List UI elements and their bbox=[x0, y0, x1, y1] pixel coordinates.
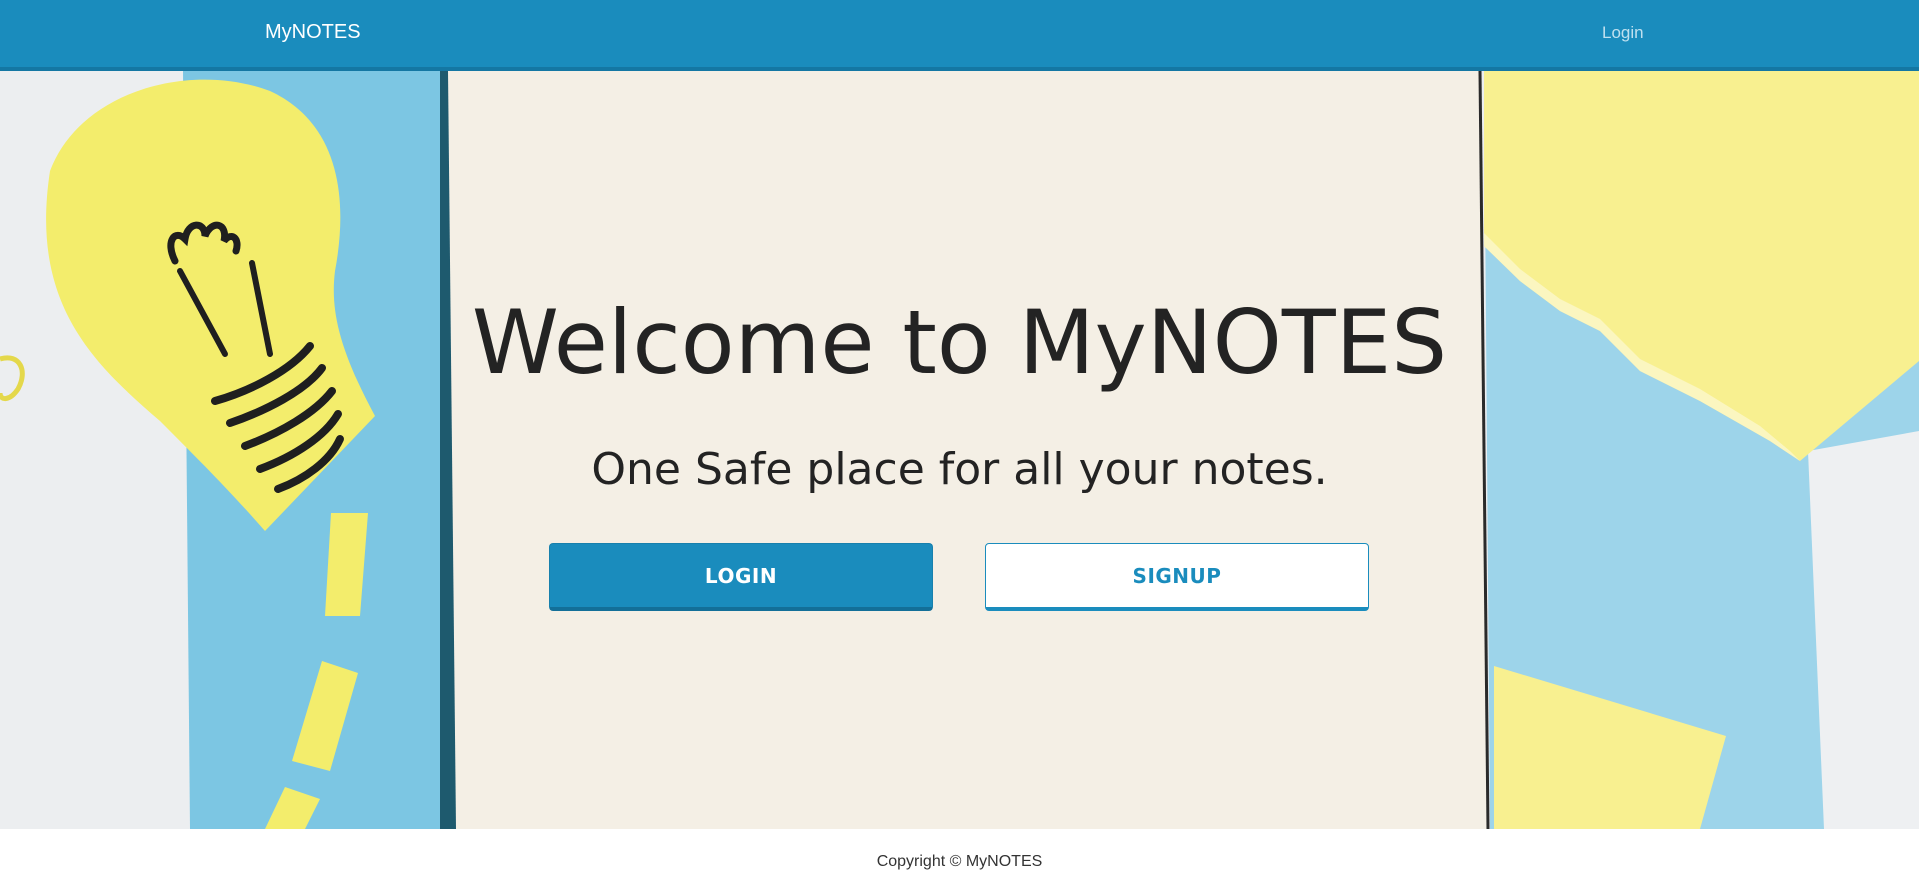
copyright-text: Copyright © MyNOTES bbox=[876, 853, 1043, 870]
brand-link[interactable]: MyNOTES bbox=[265, 21, 361, 44]
hero-subtitle: One Safe place for all your notes. bbox=[591, 444, 1328, 495]
navbar: MyNOTES Login bbox=[0, 0, 1919, 71]
footer: Copyright © MyNOTES bbox=[0, 829, 1919, 893]
nav-login-link[interactable]: Login bbox=[1602, 23, 1644, 43]
login-button[interactable]: LOGIN bbox=[549, 543, 933, 611]
hero-section: Welcome to MyNOTES One Safe place for al… bbox=[0, 71, 1919, 829]
hero-content: Welcome to MyNOTES One Safe place for al… bbox=[0, 71, 1919, 829]
hero-title: Welcome to MyNOTES bbox=[471, 291, 1448, 394]
signup-button[interactable]: SIGNUP bbox=[985, 543, 1369, 611]
